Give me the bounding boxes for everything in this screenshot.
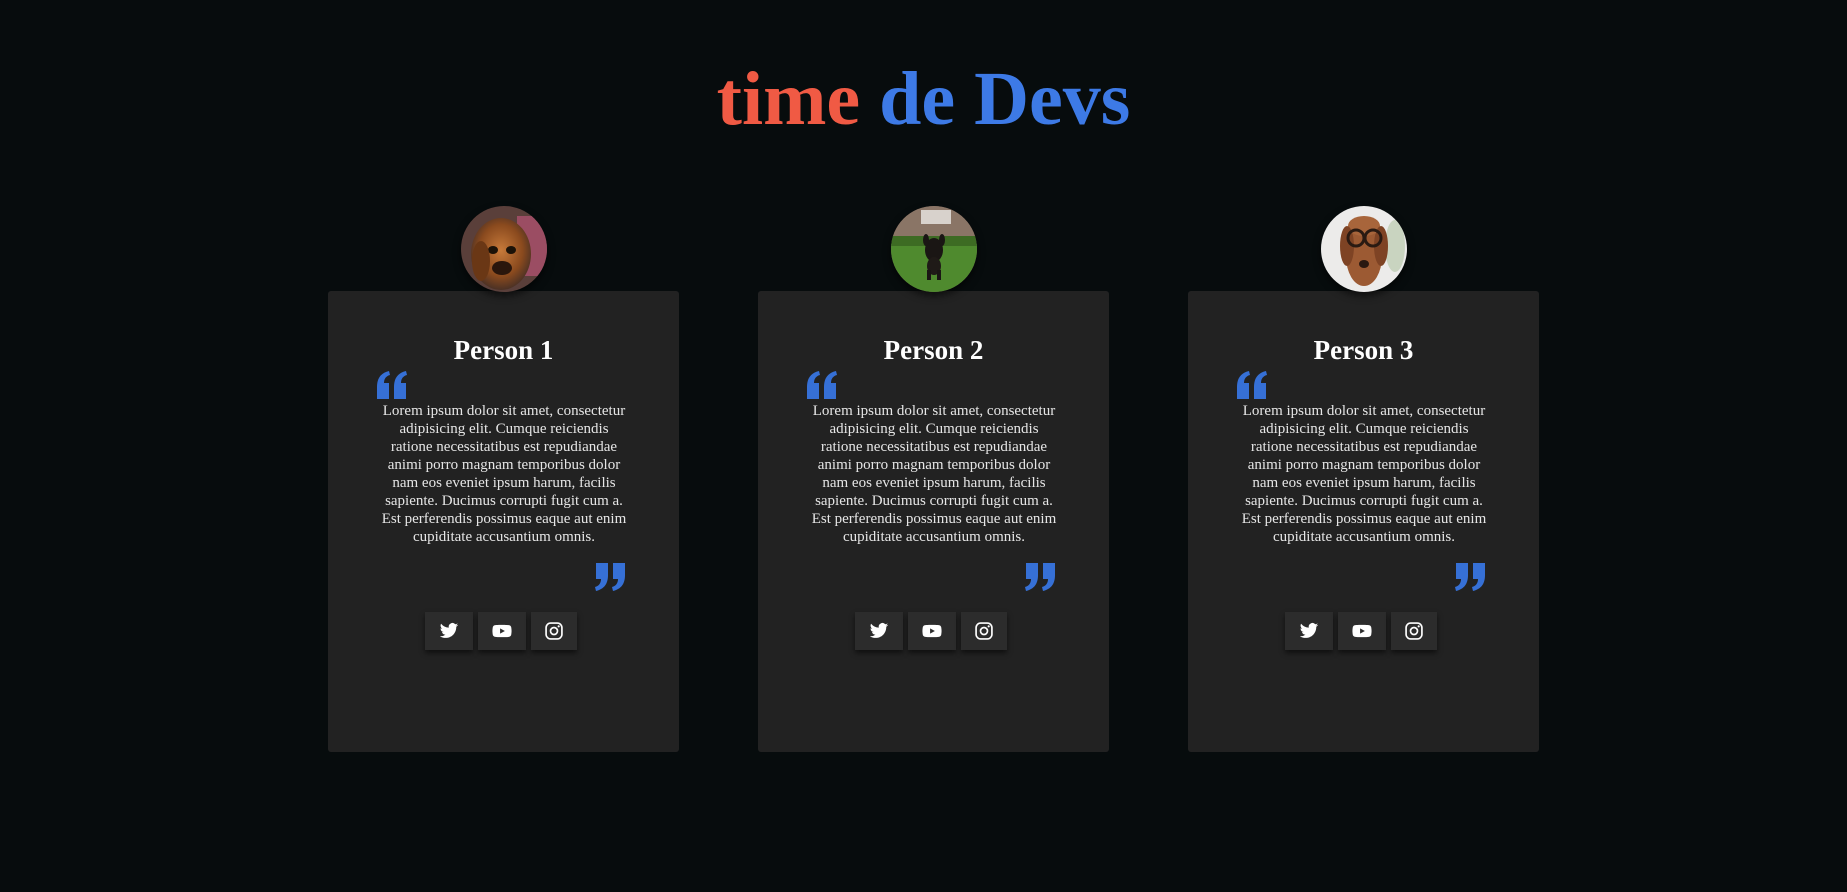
social-links	[855, 612, 1007, 650]
instagram-icon	[975, 622, 993, 640]
quote-open-icon	[1235, 371, 1267, 399]
card-body: Person 1 Lorem ipsum dolor sit amet, con…	[328, 291, 679, 752]
person-bio: Lorem ipsum dolor sit amet, consectetur …	[1241, 403, 1487, 545]
instagram-icon	[1405, 622, 1423, 640]
dog-photo-avatar-icon	[1321, 206, 1407, 292]
youtube-icon	[922, 624, 942, 638]
quote-close-icon	[1455, 563, 1487, 591]
avatar	[1321, 206, 1407, 292]
avatar	[891, 206, 977, 292]
page: time de Devs Person 1 Lorem ipsum dolor …	[0, 0, 1847, 892]
person-bio: Lorem ipsum dolor sit amet, consectetur …	[381, 403, 627, 545]
dog-photo-avatar-icon	[891, 206, 977, 292]
youtube-icon	[1352, 624, 1372, 638]
youtube-button[interactable]	[908, 612, 956, 650]
social-links	[1285, 612, 1437, 650]
avatar	[461, 206, 547, 292]
team-card-2: Person 2 Lorem ipsum dolor sit amet, con…	[758, 206, 1109, 752]
quote-close-icon	[1025, 563, 1057, 591]
quote-open-icon	[805, 371, 837, 399]
person-name: Person 3	[1313, 335, 1414, 365]
quote-close-icon	[595, 563, 627, 591]
twitter-icon	[439, 623, 459, 638]
youtube-icon	[492, 624, 512, 638]
person-bio: Lorem ipsum dolor sit amet, consectetur …	[811, 403, 1057, 545]
twitter-icon	[869, 623, 889, 638]
youtube-button[interactable]	[478, 612, 526, 650]
card-body: Person 2 Lorem ipsum dolor sit amet, con…	[758, 291, 1109, 752]
instagram-button[interactable]	[961, 612, 1007, 650]
team-card-3: Person 3 Lorem ipsum dolor sit amet, con…	[1188, 206, 1539, 752]
instagram-button[interactable]	[531, 612, 577, 650]
person-name: Person 1	[453, 335, 554, 365]
instagram-button[interactable]	[1391, 612, 1437, 650]
social-links	[425, 612, 577, 650]
youtube-button[interactable]	[1338, 612, 1386, 650]
twitter-button[interactable]	[855, 612, 903, 650]
twitter-button[interactable]	[425, 612, 473, 650]
quote-open-icon	[375, 371, 407, 399]
team-cards: Person 1 Lorem ipsum dolor sit amet, con…	[0, 0, 1847, 892]
twitter-icon	[1299, 623, 1319, 638]
dog-photo-avatar-icon	[461, 206, 547, 292]
twitter-button[interactable]	[1285, 612, 1333, 650]
person-name: Person 2	[883, 335, 984, 365]
card-body: Person 3 Lorem ipsum dolor sit amet, con…	[1188, 291, 1539, 752]
instagram-icon	[545, 622, 563, 640]
team-card-1: Person 1 Lorem ipsum dolor sit amet, con…	[328, 206, 679, 752]
